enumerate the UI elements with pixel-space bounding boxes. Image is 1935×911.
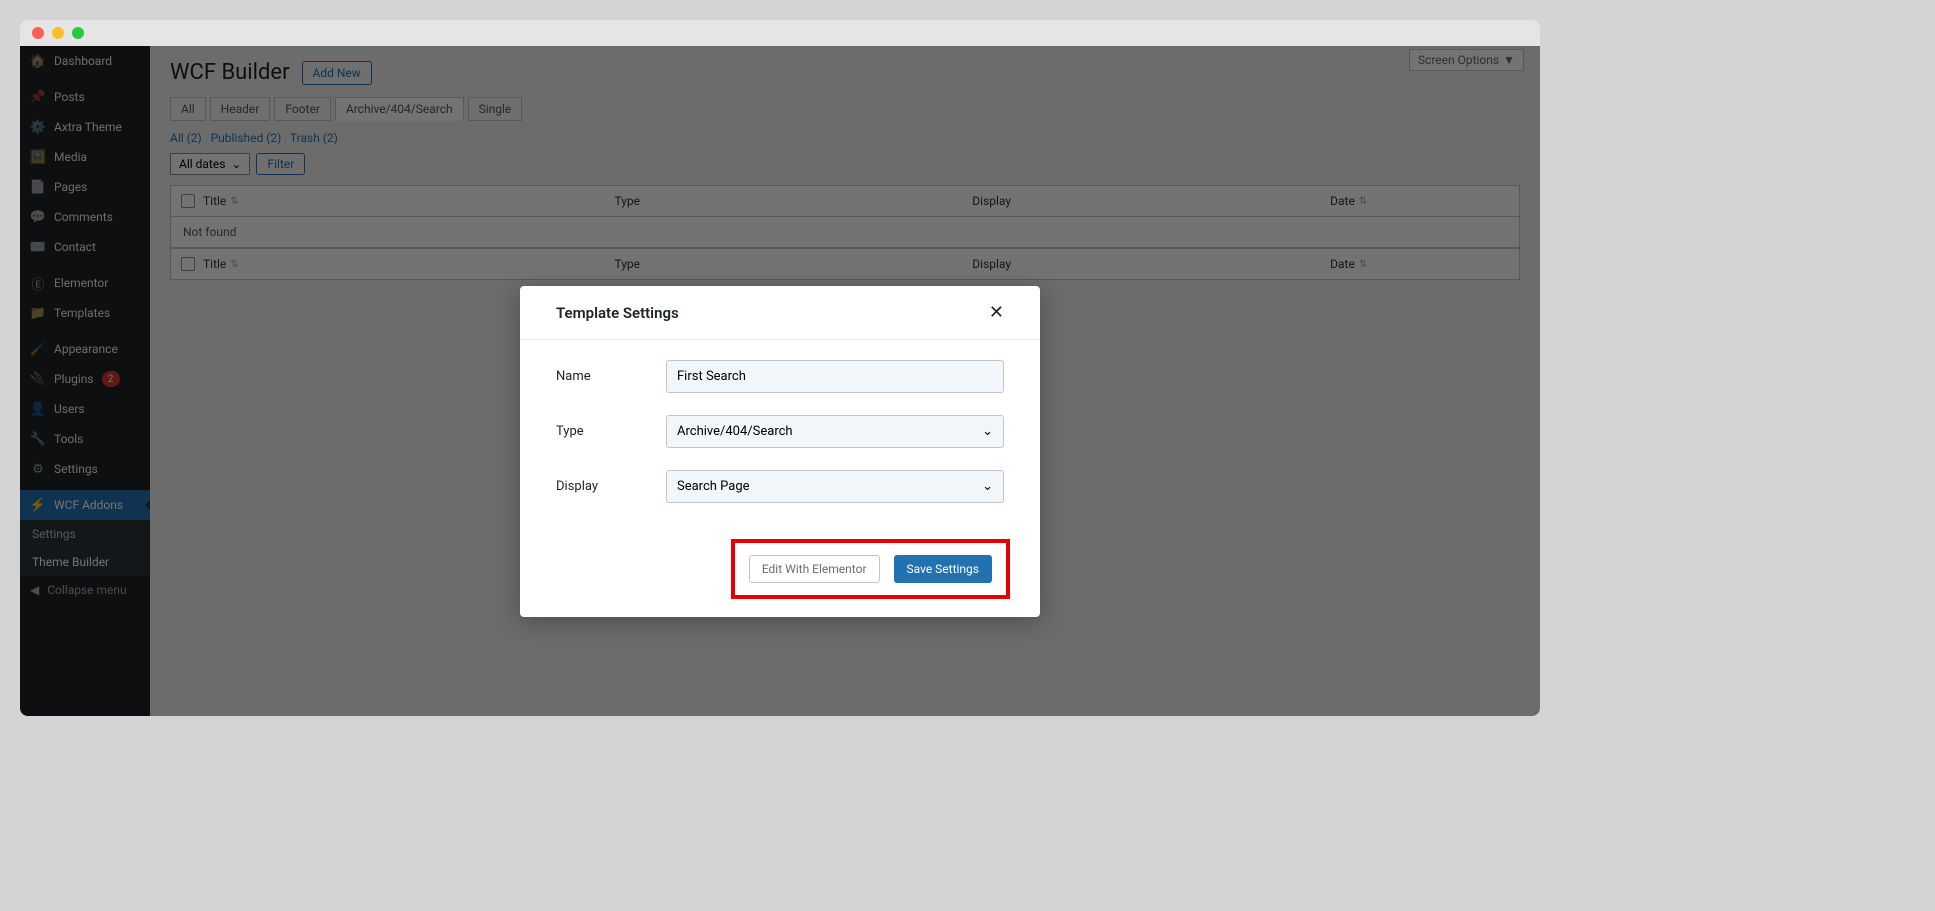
template-settings-modal: Template Settings ✕ Name Type Archive/40… bbox=[520, 286, 1040, 617]
name-label: Name bbox=[556, 369, 666, 384]
chevron-down-icon: ⌄ bbox=[982, 479, 993, 494]
chevron-down-icon: ⌄ bbox=[982, 424, 993, 439]
window-close-dot[interactable] bbox=[32, 27, 44, 39]
browser-chrome bbox=[20, 20, 1540, 46]
window-max-dot[interactable] bbox=[72, 27, 84, 39]
annotation-highlight: Edit With Elementor Save Settings bbox=[731, 539, 1010, 599]
display-value: Search Page bbox=[677, 479, 750, 494]
display-label: Display bbox=[556, 479, 666, 494]
type-select[interactable]: Archive/404/Search ⌄ bbox=[666, 415, 1004, 448]
type-label: Type bbox=[556, 424, 666, 439]
edit-elementor-button[interactable]: Edit With Elementor bbox=[749, 555, 880, 583]
type-value: Archive/404/Search bbox=[677, 424, 793, 439]
save-settings-button[interactable]: Save Settings bbox=[894, 555, 992, 583]
display-select[interactable]: Search Page ⌄ bbox=[666, 470, 1004, 503]
close-icon[interactable]: ✕ bbox=[989, 302, 1004, 323]
window-min-dot[interactable] bbox=[52, 27, 64, 39]
modal-overlay[interactable]: Template Settings ✕ Name Type Archive/40… bbox=[20, 46, 1540, 716]
name-input[interactable] bbox=[666, 360, 1004, 393]
modal-title: Template Settings bbox=[556, 304, 679, 322]
